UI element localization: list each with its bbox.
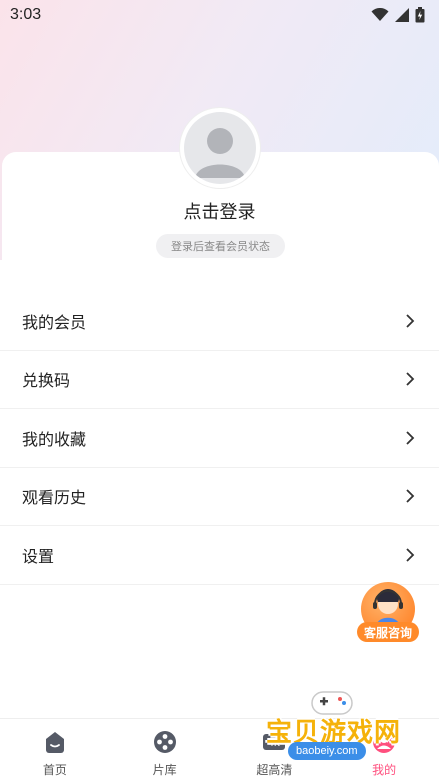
tab-library[interactable]: 片库	[125, 719, 205, 778]
bottom-tab-bar: 首页 片库 4K 超高清 我的	[0, 718, 439, 780]
login-hint-badge: 登录后查看会员状态	[156, 234, 285, 258]
svg-text:4K: 4K	[269, 739, 282, 749]
menu-item-settings[interactable]: 设置	[0, 526, 439, 585]
home-icon	[45, 732, 64, 753]
default-avatar-icon	[184, 112, 256, 184]
customer-service-label: 客服咨询	[357, 622, 419, 642]
status-icons	[371, 7, 425, 23]
customer-service-button[interactable]: 客服咨询	[357, 582, 419, 644]
hd-icon: 4K	[263, 734, 286, 750]
profile-icon	[373, 731, 396, 753]
menu-item-label: 观看历史	[22, 490, 87, 508]
chevron-right-icon	[406, 372, 415, 386]
chevron-right-icon	[406, 431, 415, 445]
chevron-right-icon	[406, 548, 415, 562]
menu-item-membership[interactable]: 我的会员	[0, 292, 439, 351]
tab-hd[interactable]: 4K 超高清	[234, 719, 314, 778]
chevron-right-icon	[406, 489, 415, 503]
tab-label: 片库	[152, 763, 177, 777]
menu-item-redeem-code[interactable]: 兑换码	[0, 351, 439, 409]
chevron-right-icon	[406, 314, 415, 328]
film-reel-icon	[153, 731, 176, 753]
tab-home[interactable]: 首页	[15, 719, 95, 778]
battery-icon	[415, 7, 425, 23]
tab-mine[interactable]: 我的	[344, 719, 424, 778]
menu-item-label: 我的会员	[22, 314, 87, 332]
menu-item-label: 设置	[22, 548, 55, 566]
status-bar: 3:03	[0, 0, 439, 30]
wifi-icon	[371, 8, 389, 21]
tab-label: 首页	[42, 763, 67, 777]
status-time: 3:03	[10, 6, 42, 23]
tab-label: 超高清	[256, 763, 293, 777]
login-title[interactable]: 点击登录	[0, 198, 439, 224]
avatar[interactable]	[180, 108, 260, 188]
menu-item-history[interactable]: 观看历史	[0, 468, 439, 526]
menu-item-label: 兑换码	[22, 373, 71, 391]
menu-item-favorites[interactable]: 我的收藏	[0, 409, 439, 468]
menu-list: 我的会员 兑换码 我的收藏 观看历史 设置	[0, 292, 439, 585]
signal-icon	[395, 8, 409, 22]
tab-label: 我的	[372, 763, 397, 777]
menu-item-label: 我的收藏	[22, 431, 87, 449]
